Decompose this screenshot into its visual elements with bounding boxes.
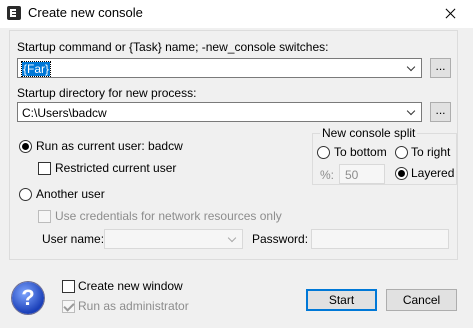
startup-directory-label: Startup directory for new process: <box>17 86 197 100</box>
user-name-label: User name: <box>42 232 105 246</box>
startup-directory-combo[interactable]: C:\Users\badcw <box>17 102 422 122</box>
split-group-title: New console split <box>320 126 418 140</box>
startup-command-label: Startup command or {Task} name; -new_con… <box>17 40 329 54</box>
startup-command-combo[interactable]: {Far} <box>17 58 422 78</box>
run-as-current-radio[interactable] <box>19 140 32 153</box>
split-percent-value: 50 <box>345 168 359 182</box>
user-name-combo[interactable] <box>104 229 243 249</box>
another-user-radio[interactable] <box>19 188 32 201</box>
window-title: Create new console <box>28 5 143 20</box>
split-percent-label: %: <box>320 168 335 182</box>
startup-directory-value: C:\Users\badcw <box>22 106 107 120</box>
split-to-right-radio[interactable] <box>395 146 408 159</box>
restricted-user-checkbox[interactable] <box>38 162 51 175</box>
start-button[interactable]: Start <box>306 289 377 311</box>
chevron-down-icon[interactable] <box>225 230 242 248</box>
run-as-admin-label: Run as administrator <box>78 299 189 313</box>
use-credentials-checkbox[interactable] <box>38 210 51 223</box>
split-to-right-label[interactable]: To right <box>411 145 450 159</box>
split-layered-label[interactable]: Layered <box>411 166 454 180</box>
startup-directory-browse-button[interactable]: ... <box>430 102 451 122</box>
close-icon[interactable] <box>427 0 473 27</box>
run-as-admin-checkbox[interactable] <box>62 300 75 313</box>
password-label: Password: <box>252 232 309 246</box>
split-layered-radio[interactable] <box>395 167 408 180</box>
startup-command-browse-button[interactable]: ... <box>430 58 451 78</box>
split-to-bottom-radio[interactable] <box>317 146 330 159</box>
split-to-bottom-label[interactable]: To bottom <box>334 145 387 159</box>
title-bar: Create new console <box>0 0 473 28</box>
restricted-user-label[interactable]: Restricted current user <box>55 161 176 175</box>
another-user-label[interactable]: Another user <box>36 187 105 201</box>
use-credentials-label: Use credentials for network resources on… <box>55 209 282 223</box>
help-icon[interactable]: ? <box>12 282 44 314</box>
startup-command-value: {Far} <box>20 61 52 77</box>
chevron-down-icon[interactable] <box>404 59 421 77</box>
password-field[interactable] <box>311 229 449 249</box>
create-new-window-label[interactable]: Create new window <box>78 279 183 293</box>
cancel-button[interactable]: Cancel <box>386 289 457 311</box>
split-percent-field[interactable]: 50 <box>339 164 385 184</box>
app-console-icon[interactable] <box>7 6 21 20</box>
run-as-current-label[interactable]: Run as current user: badcw <box>36 139 183 153</box>
chevron-down-icon[interactable] <box>404 103 421 121</box>
create-new-window-checkbox[interactable] <box>62 280 75 293</box>
